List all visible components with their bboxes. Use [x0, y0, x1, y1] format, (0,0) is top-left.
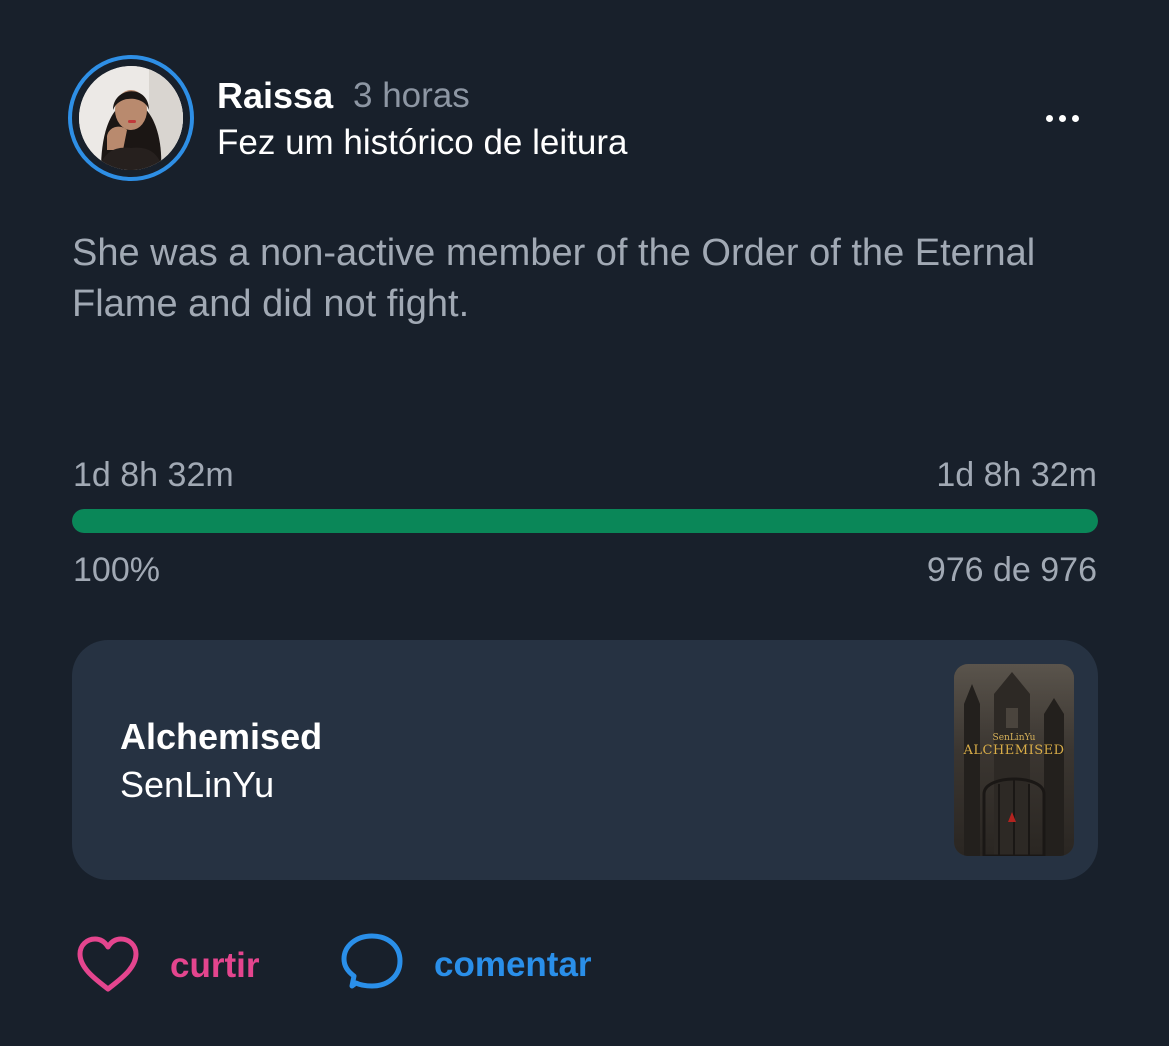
more-options-button[interactable] — [1036, 100, 1088, 136]
book-cover: SenLinYu ALCHEMISED — [954, 664, 1074, 856]
user-name[interactable]: Raissa — [217, 74, 333, 118]
like-button[interactable]: curtir — [76, 936, 259, 996]
ellipsis-icon — [1045, 114, 1079, 122]
activity-description: Fez um histórico de leitura — [217, 123, 628, 162]
cover-author-text: SenLinYu — [992, 733, 1036, 743]
reading-activity-post: Raissa 3 horas Fez um histórico de leitu… — [0, 0, 1169, 1046]
post-time: 3 horas — [353, 76, 470, 115]
pages-read: 976 de 976 — [926, 551, 1097, 589]
reading-time-total: 1d 8h 32m — [936, 456, 1097, 494]
avatar-photo — [79, 66, 183, 170]
reading-progress-bar — [72, 509, 1098, 533]
comment-button[interactable]: comentar — [340, 932, 592, 999]
like-label: curtir — [170, 946, 260, 985]
reading-time-start: 1d 8h 32m — [73, 456, 234, 494]
cover-title-text: ALCHEMISED — [963, 743, 1065, 758]
progress-percent: 100% — [73, 551, 160, 589]
avatar[interactable] — [68, 55, 194, 181]
speech-bubble-icon — [340, 932, 404, 999]
book-title: Alchemised — [120, 716, 323, 757]
book-card[interactable]: Alchemised SenLinYu SenLinYu ALCHEMISED — [72, 640, 1098, 880]
reading-progress-fill — [72, 509, 1098, 533]
heart-icon — [76, 935, 140, 998]
post-quote: She was a non-active member of the Order… — [72, 232, 1036, 325]
comment-label: comentar — [434, 945, 592, 984]
book-author: SenLinYu — [120, 764, 275, 805]
